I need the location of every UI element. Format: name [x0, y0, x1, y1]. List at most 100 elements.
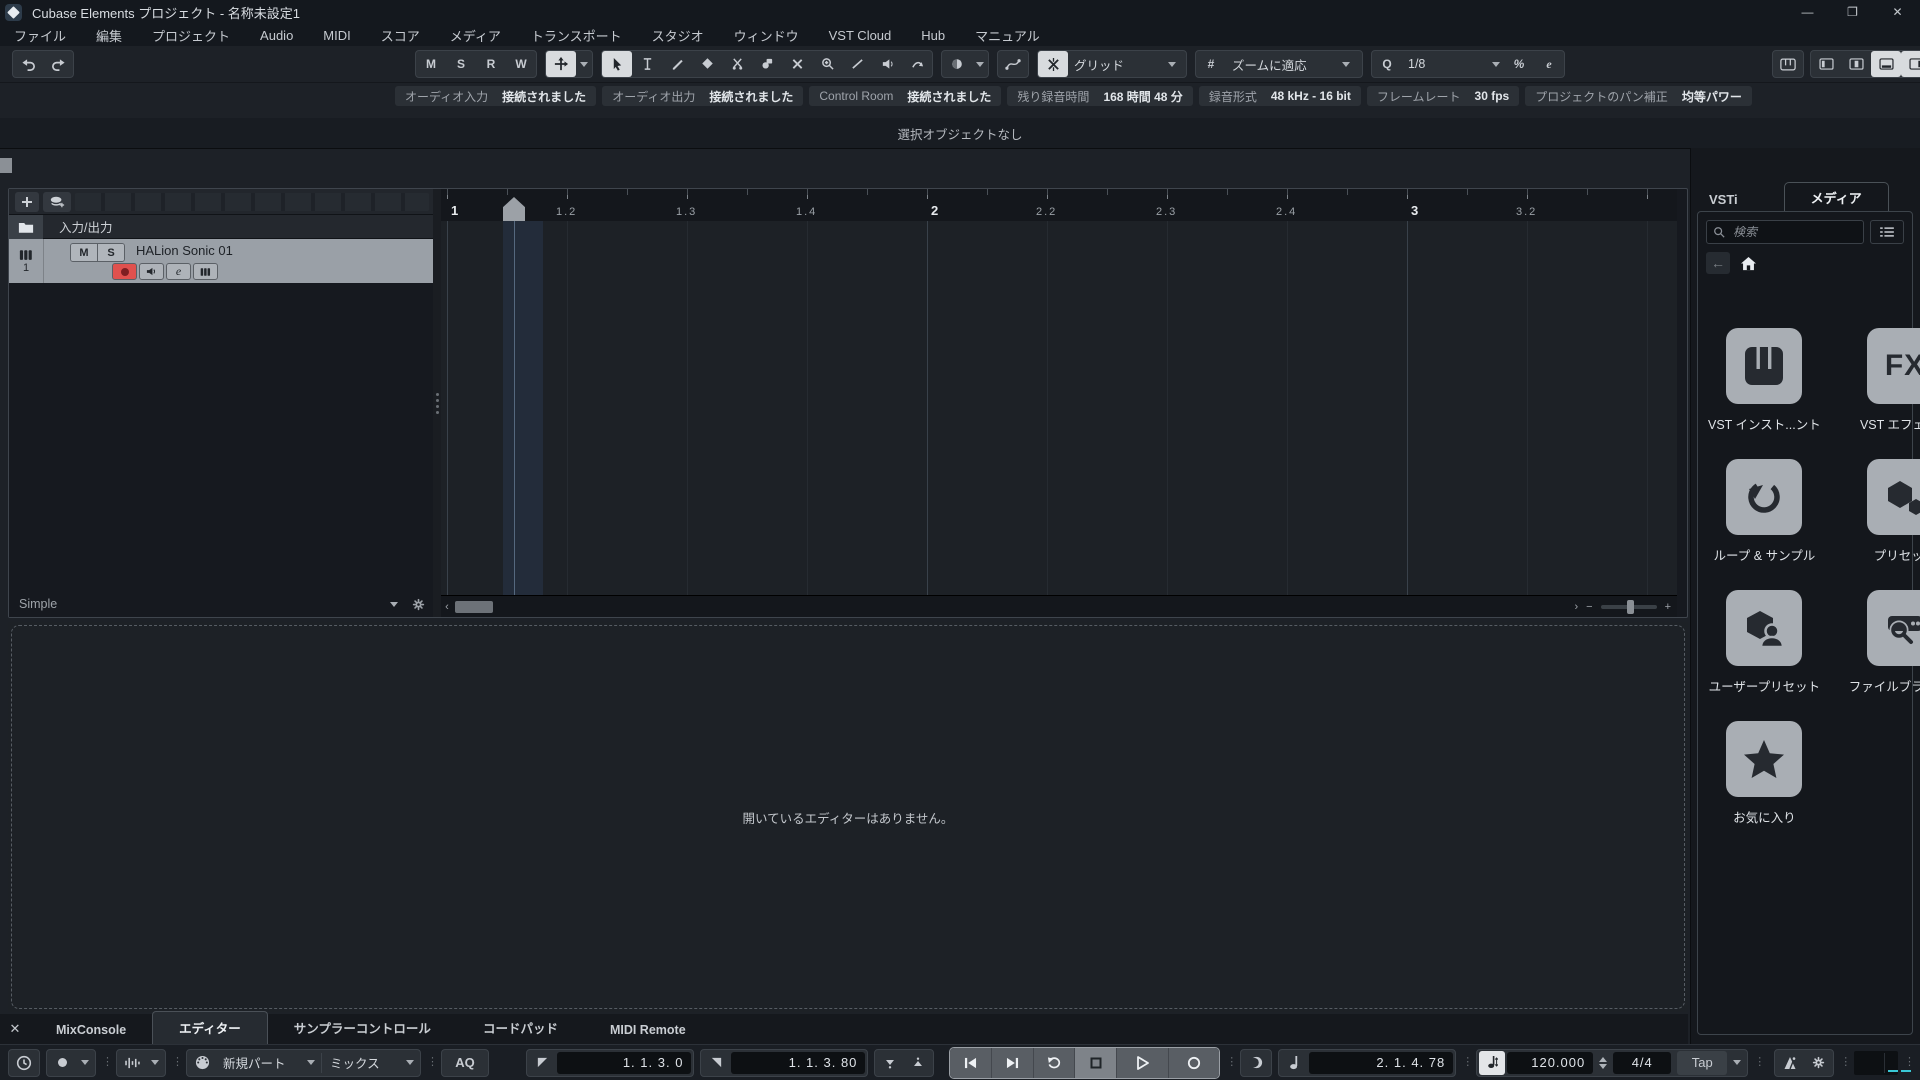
- menu-window[interactable]: ウィンドウ: [734, 26, 799, 45]
- tap-tempo-button[interactable]: Tap: [1677, 1050, 1728, 1075]
- quantize-icon-button[interactable]: Q: [1372, 51, 1402, 77]
- tile-presets[interactable]: プリセット: [1866, 459, 1920, 564]
- timeline-ruler[interactable]: 1 1.2 1.3 1.4 2 2.2 2.3 2.4 3 3.2: [441, 189, 1677, 222]
- swing-button[interactable]: %: [1504, 51, 1534, 77]
- media-list-view-button[interactable]: [1870, 220, 1904, 244]
- menu-transport[interactable]: トランスポート: [531, 26, 622, 45]
- open-instrument-button[interactable]: [193, 263, 218, 280]
- feedback-tool[interactable]: [902, 51, 932, 77]
- midi-cycle-mode-value[interactable]: ミックス: [324, 1053, 400, 1072]
- project-cursor-handle[interactable]: [503, 197, 525, 221]
- info-audio-output[interactable]: オーディオ出力 接続されました: [602, 86, 804, 106]
- menu-midi[interactable]: MIDI: [323, 28, 350, 43]
- midi-record-mode-value[interactable]: 新規パート: [217, 1053, 301, 1072]
- menu-vst-cloud[interactable]: VST Cloud: [829, 28, 892, 43]
- goto-left-locator-button[interactable]: [529, 1051, 555, 1075]
- auto-scroll-dropdown[interactable]: [580, 61, 588, 67]
- audio-record-mode-dropdown[interactable]: [151, 1060, 159, 1065]
- track-mute-button[interactable]: M: [71, 244, 97, 261]
- menu-manual[interactable]: マニュアル: [975, 26, 1040, 45]
- toggle-bottom-zone-button[interactable]: [1871, 51, 1901, 77]
- tile-favorites[interactable]: お気に入り: [1726, 721, 1803, 826]
- automation-panel-button[interactable]: [998, 51, 1028, 77]
- tempo-spinner[interactable]: [1599, 1056, 1608, 1069]
- horizontal-scrollbar[interactable]: ‹ › − +: [441, 595, 1677, 617]
- tab-mixconsole[interactable]: MixConsole: [30, 1017, 152, 1044]
- zoom-slider-knob[interactable]: [1626, 600, 1634, 614]
- instrument-track-row[interactable]: 1 M S HALion Sonic 01 e: [9, 239, 433, 283]
- punch-in-button[interactable]: [877, 1051, 903, 1075]
- record-mode-dropdown[interactable]: [81, 1060, 89, 1065]
- media-search-input[interactable]: [1731, 224, 1855, 240]
- media-search-box[interactable]: [1706, 220, 1864, 244]
- tab-sampler-control[interactable]: サンプラーコントロール: [268, 1012, 457, 1044]
- solo-all-button[interactable]: S: [446, 51, 476, 77]
- redo-button[interactable]: [43, 51, 73, 77]
- info-control-room[interactable]: Control Room 接続されました: [809, 86, 1002, 106]
- tempo-dropdown[interactable]: [1733, 1060, 1742, 1065]
- zoom-in-button[interactable]: +: [1665, 601, 1671, 613]
- mute-all-button[interactable]: M: [416, 51, 446, 77]
- info-record-format[interactable]: 録音形式 48 kHz - 16 bit: [1198, 86, 1361, 106]
- menu-hub[interactable]: Hub: [921, 28, 945, 43]
- toggle-left-zone-alt-button[interactable]: [1841, 51, 1871, 77]
- quantize-value[interactable]: 1/8: [1402, 57, 1488, 71]
- io-folder-track[interactable]: 入力/出力: [9, 215, 433, 239]
- glue-tool[interactable]: [752, 51, 782, 77]
- record-enable-button[interactable]: [112, 263, 137, 280]
- toggle-right-zone-button[interactable]: [1901, 51, 1920, 77]
- grid-type-value[interactable]: グリッド: [1068, 55, 1164, 74]
- tempo-display[interactable]: 120.000: [1507, 1051, 1594, 1074]
- track-name[interactable]: HALion Sonic 01: [136, 243, 233, 258]
- info-pan-law[interactable]: プロジェクトのパン補正 均等パワー: [1525, 86, 1752, 106]
- goto-next-marker-button[interactable]: [990, 1047, 1033, 1078]
- arrange-grid[interactable]: [441, 221, 1677, 595]
- home-icon[interactable]: [1740, 256, 1757, 271]
- minimize-button[interactable]: —: [1785, 0, 1830, 24]
- editor-keyboard-button[interactable]: [1773, 51, 1803, 77]
- menu-edit[interactable]: 編集: [96, 26, 122, 45]
- midi-record-mode-button[interactable]: [189, 1051, 215, 1075]
- goto-right-locator-button[interactable]: [703, 1051, 729, 1075]
- time-display-options-button[interactable]: [1243, 1051, 1269, 1075]
- color-dropdown[interactable]: [976, 61, 984, 67]
- grid-type-dropdown[interactable]: [1168, 61, 1176, 67]
- auto-scroll-button[interactable]: [546, 51, 576, 77]
- zoom-mode-value[interactable]: ズームに適応: [1226, 55, 1338, 74]
- object-select-tool[interactable]: [602, 51, 632, 77]
- range-select-tool[interactable]: [632, 51, 662, 77]
- info-frame-rate[interactable]: フレームレート 30 fps: [1366, 86, 1520, 106]
- tile-file-browser[interactable]: ファイルブラウザー: [1849, 590, 1920, 695]
- time-signature-display[interactable]: 4/4: [1613, 1051, 1672, 1074]
- edit-instrument-button[interactable]: e: [166, 263, 191, 280]
- goto-previous-marker-button[interactable]: [950, 1047, 991, 1078]
- quantize-dropdown[interactable]: [1492, 61, 1500, 67]
- menu-project[interactable]: プロジェクト: [152, 26, 230, 45]
- audio-record-mode-button[interactable]: [119, 1051, 145, 1075]
- media-back-button[interactable]: ←: [1706, 252, 1730, 274]
- metronome-setup-button[interactable]: [1805, 1051, 1831, 1075]
- mute-tool[interactable]: [782, 51, 812, 77]
- tab-chord-pads[interactable]: コードパッド: [457, 1012, 584, 1044]
- hscroll-thumb[interactable]: [455, 601, 493, 613]
- erase-tool[interactable]: [692, 51, 722, 77]
- info-record-time[interactable]: 残り録音時間 168 時間 48 分: [1007, 86, 1193, 106]
- preset-dropdown[interactable]: [390, 601, 398, 607]
- track-visibility-button[interactable]: [43, 191, 71, 212]
- cycle-button[interactable]: [1032, 1047, 1075, 1078]
- track-settings-gear-icon[interactable]: [412, 598, 425, 611]
- track-solo-button[interactable]: S: [97, 244, 124, 261]
- punch-out-button[interactable]: [905, 1051, 931, 1075]
- midi-record-mode-dropdown[interactable]: [307, 1060, 315, 1065]
- constrain-delay-button[interactable]: [11, 1051, 37, 1075]
- tile-loops-samples[interactable]: ループ & サンプル: [1714, 459, 1815, 564]
- play-button[interactable]: [1116, 1047, 1168, 1078]
- tab-editor[interactable]: エディター: [152, 1011, 268, 1044]
- divider-handle[interactable]: [0, 158, 12, 173]
- tile-vst-instruments[interactable]: VST インスト...ント: [1708, 328, 1821, 433]
- close-button[interactable]: ✕: [1875, 0, 1920, 24]
- menu-file[interactable]: ファイル: [14, 26, 66, 45]
- time-format-button[interactable]: [1281, 1051, 1307, 1075]
- tab-vsti[interactable]: VSTi: [1691, 187, 1756, 212]
- add-track-button[interactable]: [15, 191, 39, 212]
